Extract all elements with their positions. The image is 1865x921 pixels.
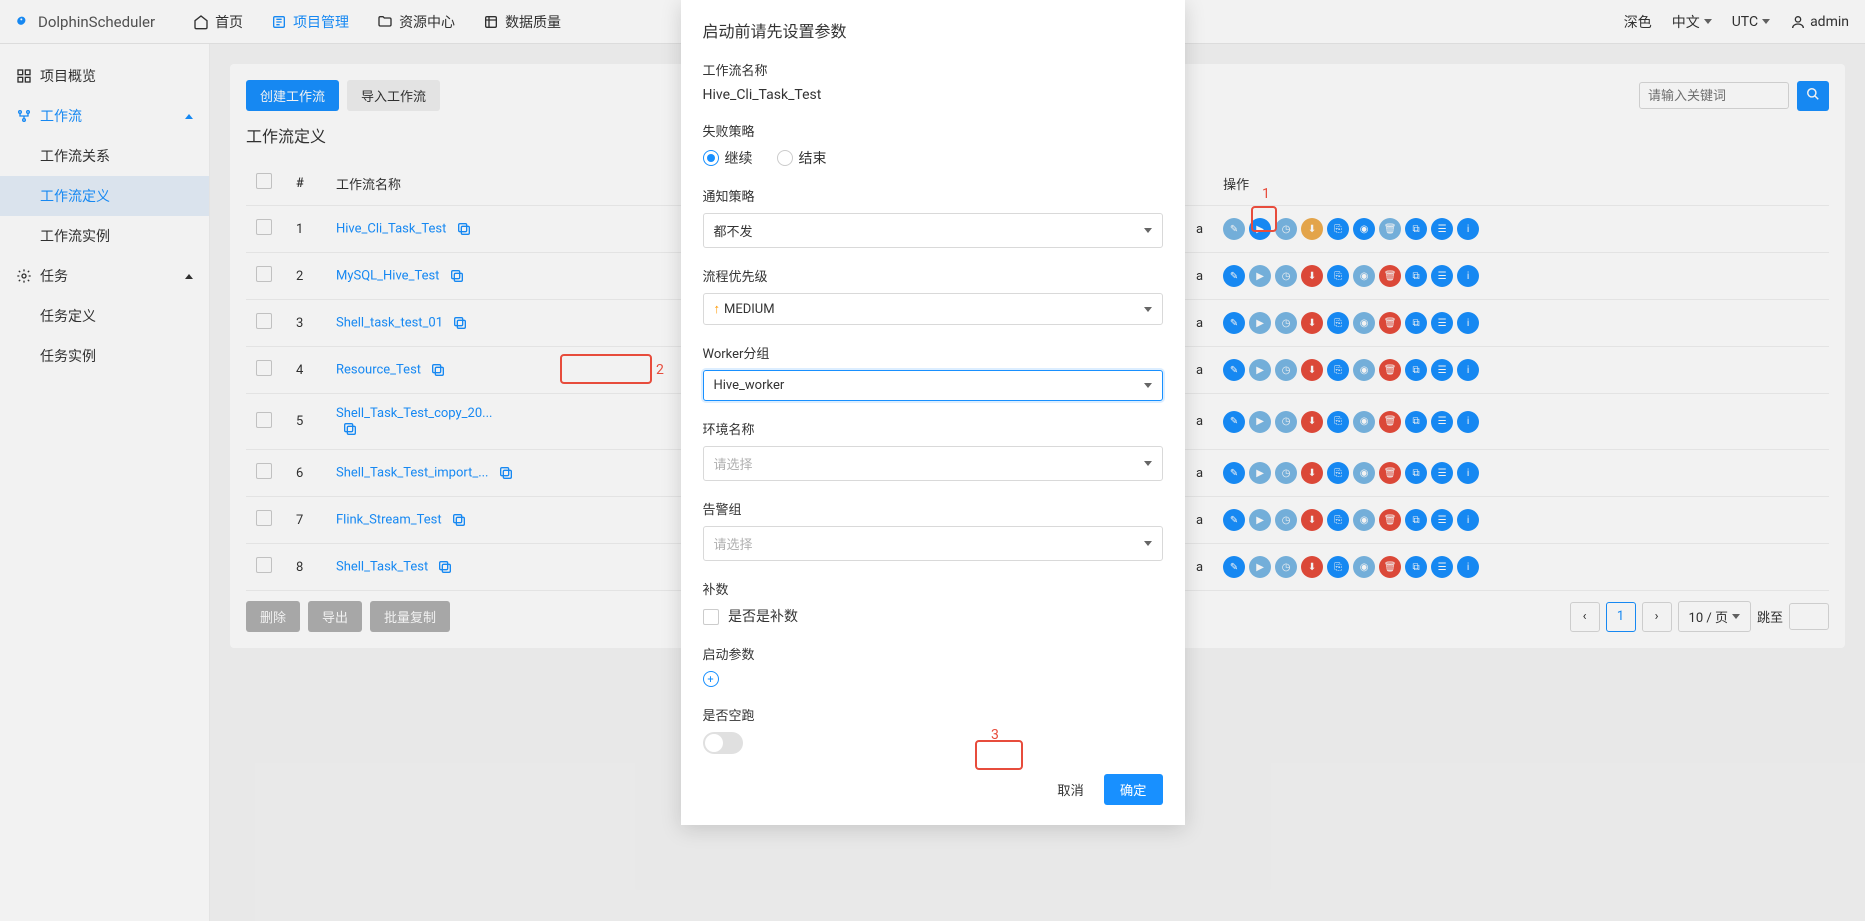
dry-run-label: 是否空跑 (703, 705, 1163, 724)
dry-run-toggle[interactable] (703, 732, 743, 754)
env-label: 环境名称 (703, 419, 1163, 438)
chevron-down-icon (1144, 541, 1152, 546)
cancel-button[interactable]: 取消 (1049, 774, 1092, 805)
complement-label: 补数 (703, 579, 1163, 598)
failure-strategy-label: 失败策略 (703, 121, 1163, 140)
modal-title: 启动前请先设置参数 (703, 18, 1163, 42)
chevron-down-icon (1144, 228, 1152, 233)
start-param-label: 启动参数 (703, 644, 1163, 663)
checkbox-icon (703, 609, 719, 625)
radio-end[interactable]: 结束 (777, 148, 827, 168)
complement-checkbox[interactable]: 是否是补数 (703, 606, 1163, 626)
radio-continue[interactable]: 继续 (703, 148, 753, 168)
wf-name-value: Hive_Cli_Task_Test (703, 87, 1163, 103)
add-param-button[interactable]: + (703, 671, 719, 687)
radio-icon (777, 150, 793, 166)
wf-name-label: 工作流名称 (703, 60, 1163, 79)
alert-group-label: 告警组 (703, 499, 1163, 518)
chevron-down-icon (1144, 307, 1152, 312)
notify-select[interactable]: 都不发 (703, 213, 1163, 248)
chevron-down-icon (1144, 383, 1152, 388)
priority-select[interactable]: ↑MEDIUM (703, 293, 1163, 325)
priority-label: 流程优先级 (703, 266, 1163, 285)
alert-group-select[interactable]: 请选择 (703, 526, 1163, 561)
arrow-up-icon: ↑ (714, 302, 721, 317)
worker-group-select[interactable]: Hive_worker (703, 370, 1163, 401)
ok-button[interactable]: 确定 (1104, 774, 1163, 805)
worker-group-label: Worker分组 (703, 343, 1163, 362)
chevron-down-icon (1144, 461, 1152, 466)
notify-label: 通知策略 (703, 186, 1163, 205)
run-params-modal: 启动前请先设置参数 工作流名称 Hive_Cli_Task_Test 失败策略 … (681, 0, 1185, 825)
radio-icon (703, 150, 719, 166)
env-select[interactable]: 请选择 (703, 446, 1163, 481)
